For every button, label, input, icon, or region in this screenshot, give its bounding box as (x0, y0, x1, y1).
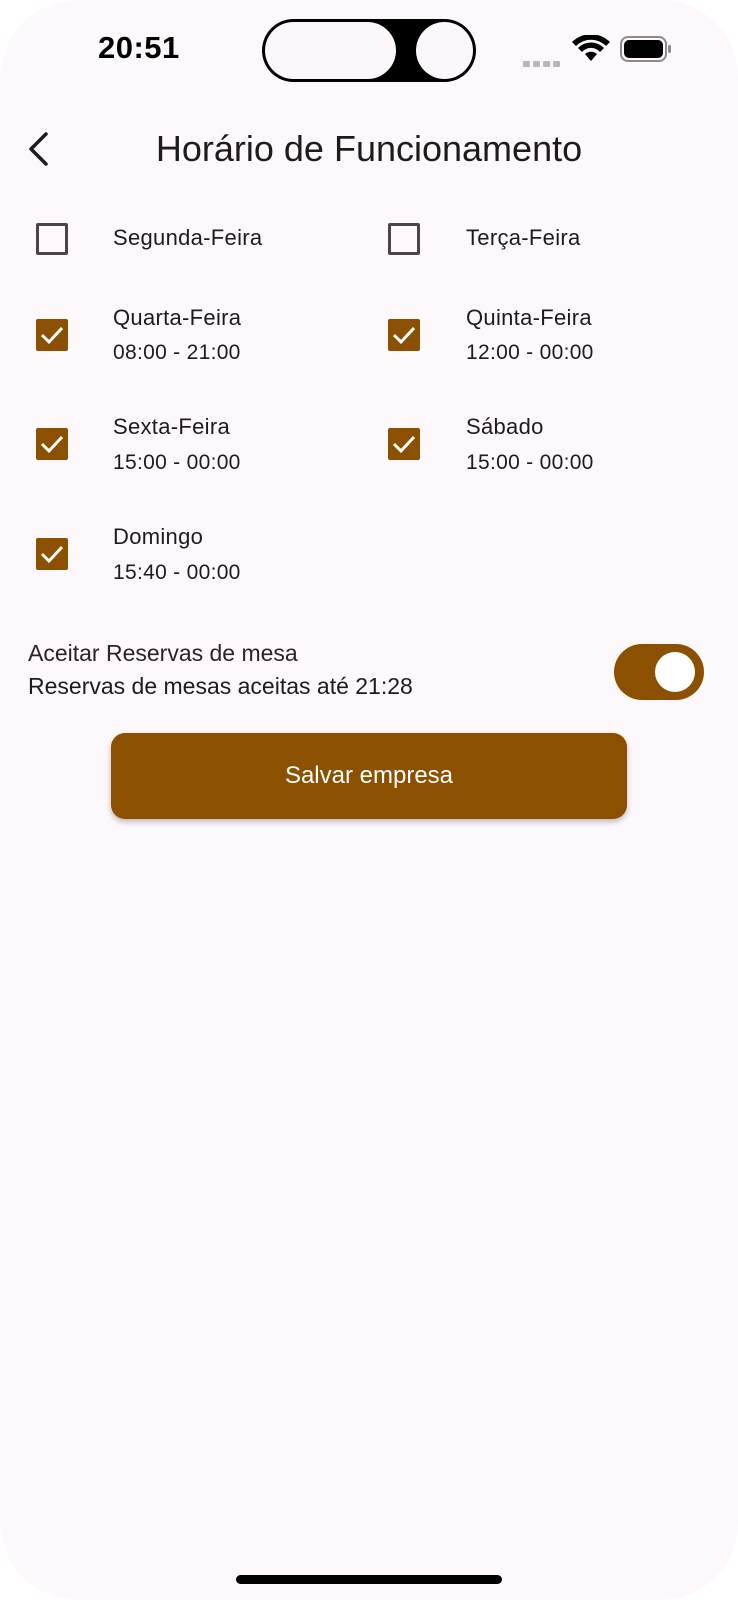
check-icon (40, 435, 64, 454)
day-name: Quarta-Feira (113, 305, 242, 330)
reservations-subtitle: Reservas de mesas aceitas até 21:28 (28, 673, 413, 699)
day-hours: 08:00 - 21:00 (113, 341, 241, 364)
checkbox-sabado[interactable] (388, 428, 420, 460)
reservations-toggle[interactable] (614, 644, 704, 700)
day-hours: 15:00 - 00:00 (113, 451, 241, 474)
day-hours: 15:40 - 00:00 (113, 561, 241, 584)
day-name: Segunda-Feira (113, 225, 263, 250)
checkbox-quarta[interactable] (36, 319, 68, 351)
phone-screen: 20:51 Horário de Funcionamento Segunda-F… (0, 0, 738, 1600)
check-icon (40, 326, 64, 345)
dynamic-island (262, 19, 476, 82)
day-name: Quinta-Feira (466, 305, 592, 330)
checkbox-segunda[interactable] (36, 223, 68, 255)
checkbox-sexta[interactable] (36, 428, 68, 460)
island-dot (416, 22, 473, 79)
check-icon (392, 435, 416, 454)
home-indicator[interactable] (236, 1575, 502, 1584)
page-title: Horário de Funcionamento (155, 128, 583, 169)
cellular-signal-icon (523, 54, 563, 67)
day-hours: 15:00 - 00:00 (466, 451, 594, 474)
toggle-knob (655, 652, 695, 692)
day-name: Terça-Feira (466, 225, 581, 250)
check-icon (392, 326, 416, 345)
check-icon (40, 545, 64, 564)
wifi-icon (572, 35, 610, 61)
day-name: Sexta-Feira (113, 414, 231, 439)
checkbox-quinta[interactable] (388, 319, 420, 351)
battery-icon (620, 36, 671, 62)
chevron-left-icon (29, 132, 48, 166)
checkbox-domingo[interactable] (36, 538, 68, 570)
day-hours: 12:00 - 00:00 (466, 341, 594, 364)
day-name: Sábado (466, 414, 544, 439)
save-button[interactable]: Salvar empresa (111, 733, 627, 819)
reservations-label: Aceitar Reservas de mesa (28, 640, 298, 666)
back-button[interactable] (20, 125, 56, 173)
status-time: 20:51 (98, 30, 180, 65)
checkbox-terca[interactable] (388, 223, 420, 255)
day-name: Domingo (113, 524, 204, 549)
island-pill (265, 22, 396, 79)
